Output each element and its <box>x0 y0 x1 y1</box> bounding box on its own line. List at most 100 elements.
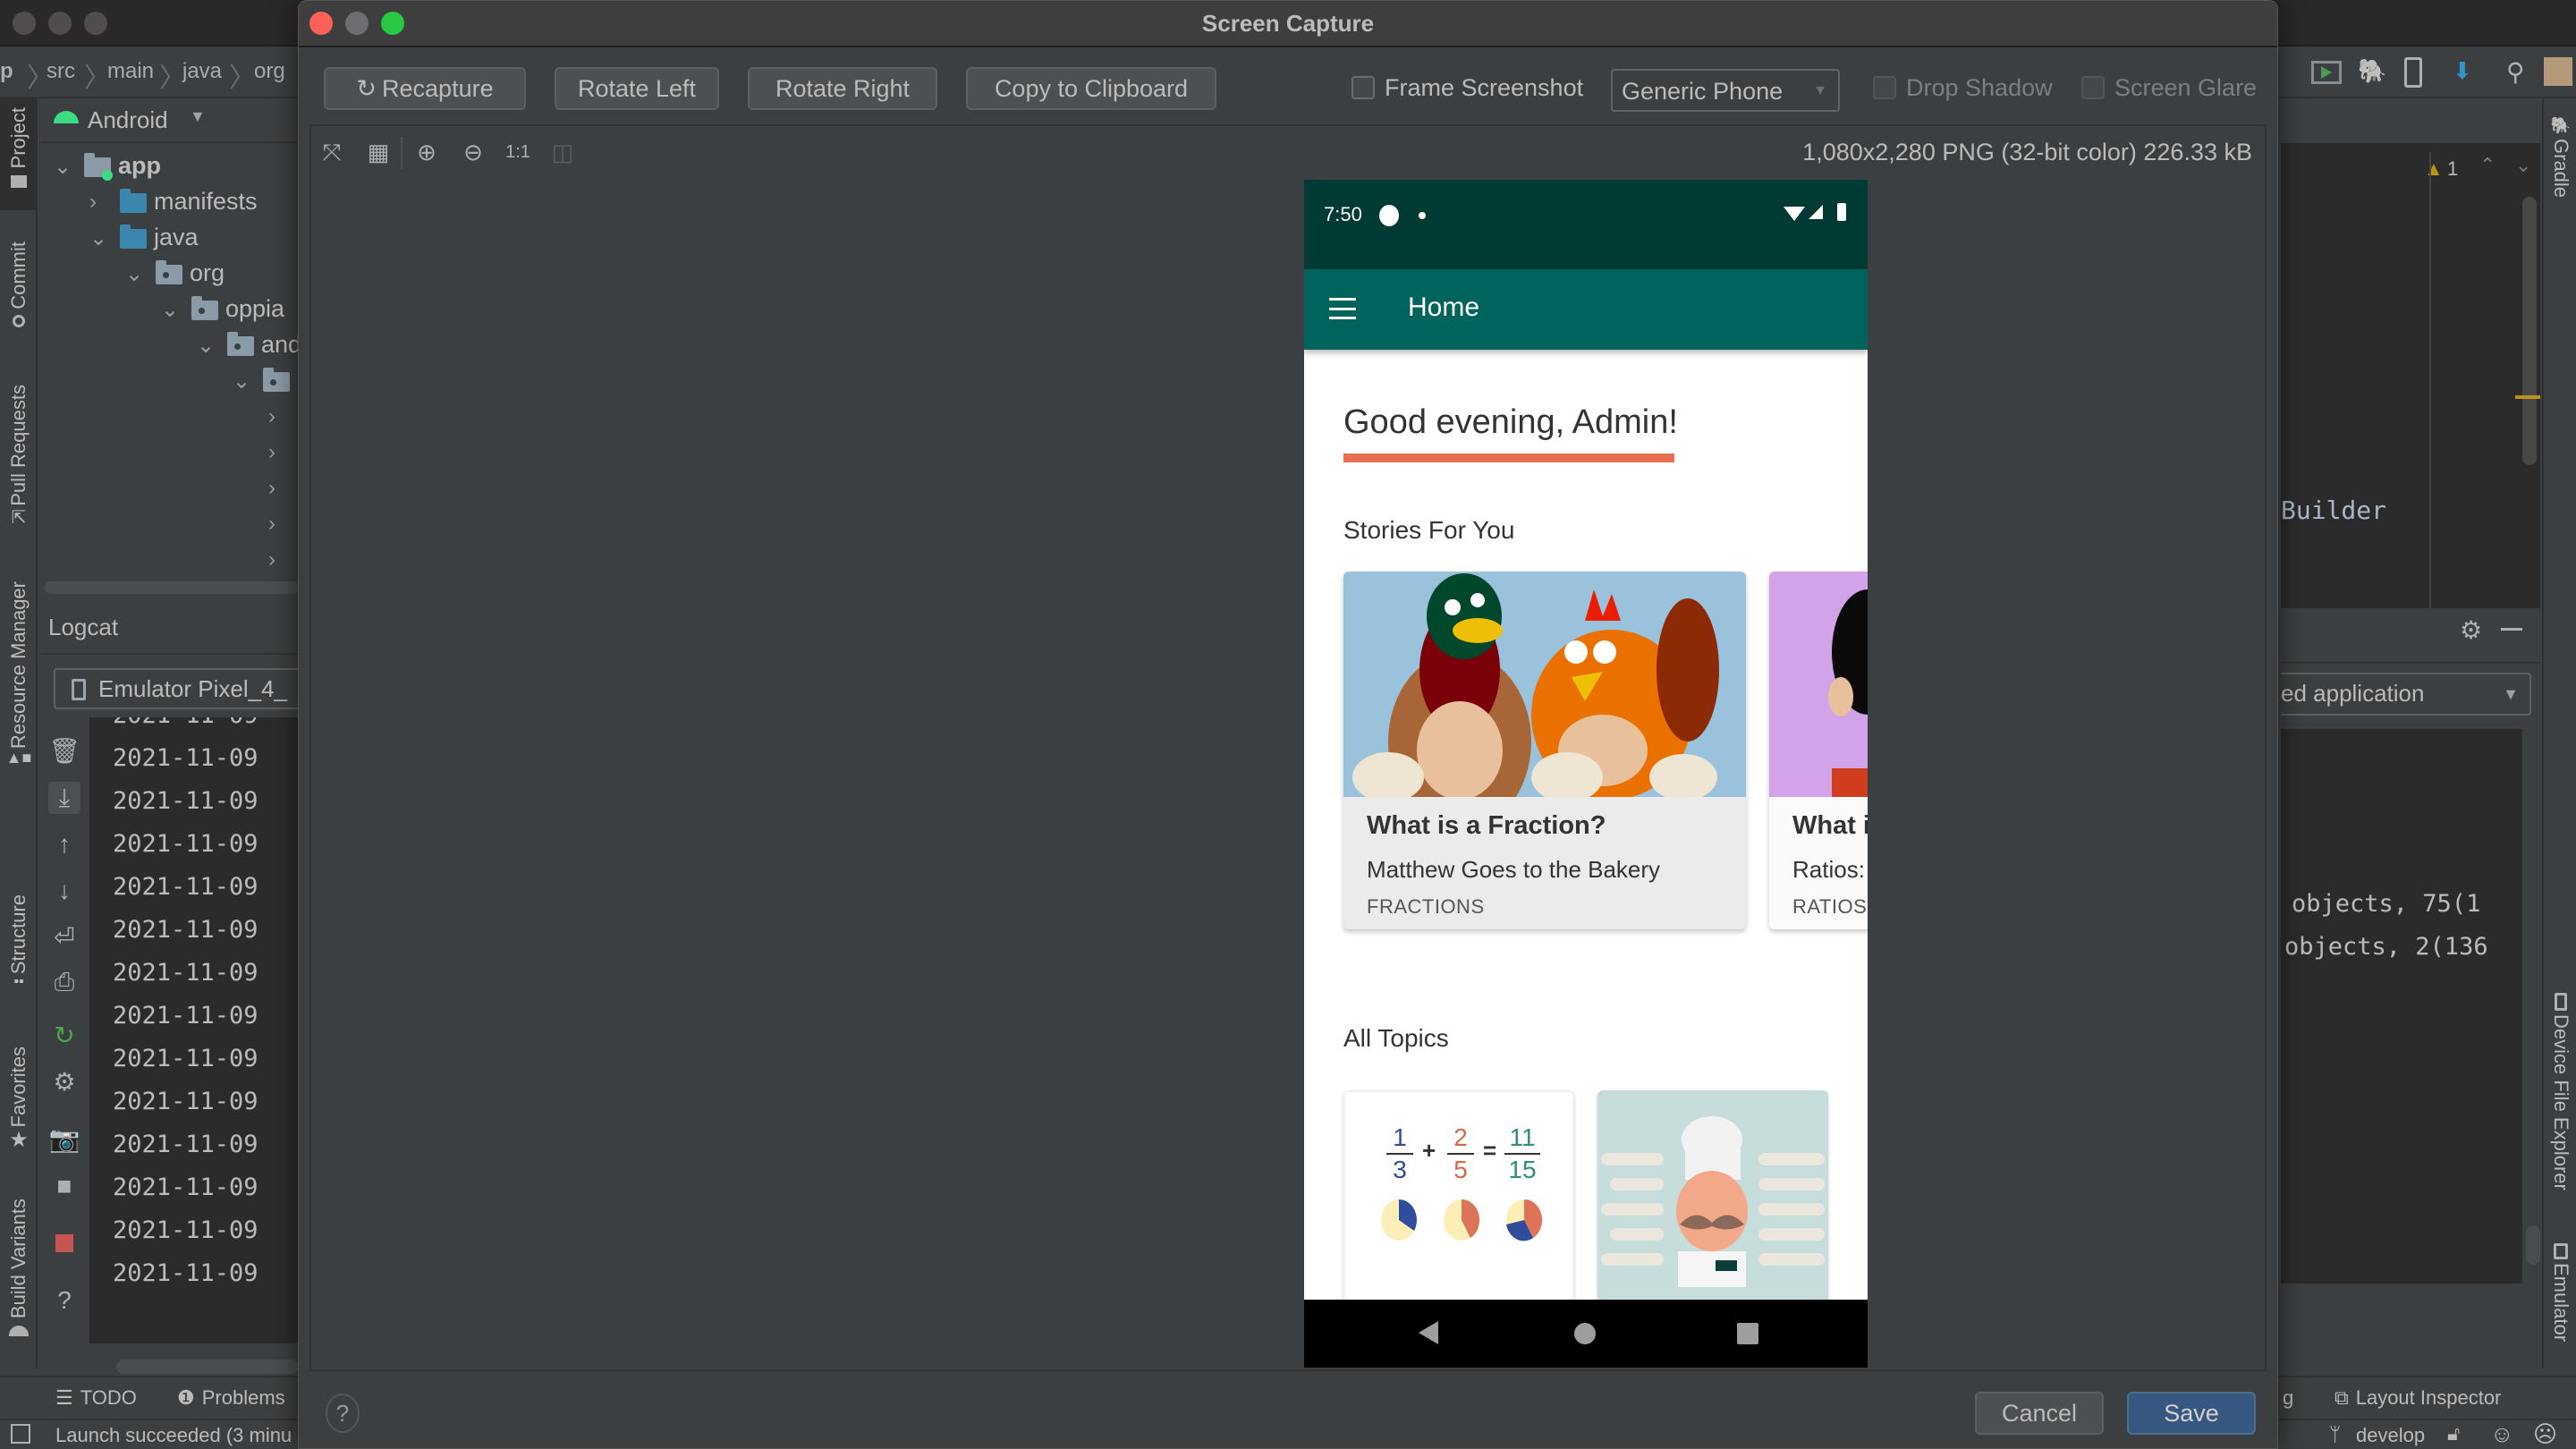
tree-item[interactable]: ⌄ org <box>39 258 299 293</box>
tree-item[interactable]: ⌄ java <box>39 222 299 258</box>
chevron-down-icon[interactable]: ⌄ <box>125 261 143 287</box>
code-editor[interactable]: ▲ 1 ⌃ ⌄ Builder <box>2281 143 2540 608</box>
chevron-down-icon[interactable]: ⌄ <box>233 369 250 394</box>
cancel-button[interactable]: Cancel <box>1975 1392 2104 1435</box>
ide-zoom-button[interactable] <box>84 12 107 35</box>
sdk-manager-icon[interactable]: ⬇ <box>2453 57 2483 88</box>
next-highlight-icon[interactable]: ⌄ <box>2515 154 2531 177</box>
chevron-right-icon[interactable]: › <box>268 440 275 465</box>
git-branch[interactable]: develop <box>2356 1424 2425 1447</box>
clear-logcat-icon[interactable]: 🗑 <box>48 735 80 767</box>
smile-icon[interactable]: ☺ <box>2490 1420 2514 1448</box>
zoom-in-icon[interactable]: ⊕ <box>413 139 440 165</box>
tab-emulator[interactable]: Emulator <box>2544 1243 2576 1368</box>
ide-close-button[interactable] <box>13 12 36 35</box>
frown-icon[interactable]: ☹ <box>2533 1420 2557 1448</box>
breadcrumb-item[interactable]: src <box>47 59 75 84</box>
rotate-left-button[interactable]: Rotate Left <box>555 67 719 110</box>
frame-screenshot-label[interactable]: Frame Screenshot <box>1385 74 1583 102</box>
breadcrumb-item[interactable]: java <box>182 59 222 84</box>
run-anything-icon[interactable] <box>2311 61 2342 84</box>
ide-minimize-button[interactable] <box>48 12 72 35</box>
avd-manager-icon[interactable] <box>2404 57 2422 88</box>
logcat-horizontal-scrollbar[interactable] <box>116 1360 299 1374</box>
tool-windows-toggle-icon[interactable] <box>11 1424 30 1444</box>
frame-screenshot-checkbox[interactable] <box>1352 76 1375 99</box>
chevron-right-icon[interactable]: › <box>268 512 275 537</box>
recents-icon[interactable] <box>1737 1323 1758 1344</box>
save-button[interactable]: Save <box>2127 1392 2256 1435</box>
recapture-button[interactable]: ↻ Recapture <box>324 67 526 110</box>
tab-device-file-explorer[interactable]: Device File Explorer <box>2544 993 2576 1208</box>
chevron-right-icon[interactable]: › <box>89 190 97 215</box>
fit-to-window-icon[interactable]: ⤧ <box>318 139 345 165</box>
gradle-sync-icon[interactable]: 🐘 <box>2358 57 2388 88</box>
stop-icon[interactable] <box>55 1234 73 1252</box>
story-card[interactable]: What is Ratios: RATIOS A <box>1769 572 1868 929</box>
chevron-down-icon[interactable]: ⌄ <box>197 333 215 359</box>
background-icon[interactable]: ◫ <box>549 139 576 165</box>
horizontal-scrollbar[interactable] <box>45 581 299 594</box>
tree-item[interactable]: › <box>39 401 326 436</box>
todo-tab[interactable]: ☰ TODO <box>55 1386 137 1410</box>
grid-icon[interactable]: ▦ <box>365 139 392 165</box>
unlock-icon[interactable]: 🔓︎ <box>2447 1422 2460 1445</box>
logcat-vertical-scrollbar[interactable] <box>2526 1225 2540 1265</box>
logcat-output[interactable]: 2021-11-09 2021-11-09 2021-11-09 2021-11-09… <box>89 717 299 1343</box>
warning-icon[interactable]: ▲ <box>2424 157 2444 181</box>
up-arrow-icon[interactable]: ↑ <box>48 828 80 860</box>
drop-shadow-checkbox[interactable] <box>1873 76 1896 99</box>
settings-gear-icon[interactable]: ⚙ <box>2460 615 2482 645</box>
screen-glare-checkbox[interactable] <box>2081 76 2105 99</box>
process-filter-dropdown[interactable]: ed application ▼ <box>2281 673 2531 716</box>
copy-to-clipboard-button[interactable]: Copy to Clipboard <box>966 67 1216 110</box>
search-icon[interactable]: ⚲ <box>2506 57 2537 88</box>
back-icon[interactable] <box>1419 1321 1438 1344</box>
print-icon[interactable]: ⎙ <box>48 966 80 998</box>
story-card[interactable]: What is a Fraction? Matthew Goes to the … <box>1343 572 1746 929</box>
restart-icon[interactable]: ↻ <box>48 1020 80 1052</box>
zoom-out-icon[interactable]: ⊖ <box>460 139 487 165</box>
breadcrumb-item[interactable]: main <box>107 59 154 84</box>
tab-gradle[interactable]: 🐘 Gradle <box>2544 116 2576 224</box>
video-record-icon[interactable]: ■ <box>48 1170 80 1202</box>
tree-item[interactable]: › manifests <box>39 186 299 222</box>
hamburger-menu-icon[interactable] <box>1329 298 1356 319</box>
tree-item[interactable]: ⌄ andr <box>39 329 309 365</box>
chevron-right-icon[interactable]: › <box>268 547 275 572</box>
settings-gear-icon[interactable]: ⚙ <box>48 1066 80 1098</box>
camera-icon[interactable]: 📷 <box>48 1123 80 1156</box>
layout-inspector-tab[interactable]: ⧉ Layout Inspector <box>2334 1386 2501 1410</box>
tab-commit[interactable]: Commit <box>0 242 38 349</box>
tab-pull-requests[interactable]: Pull Requests ⇱ <box>0 385 38 546</box>
minimize-icon[interactable] <box>2501 628 2522 631</box>
tree-item[interactable]: ⌄ oppia <box>39 293 299 329</box>
tree-item[interactable]: › <box>39 544 326 580</box>
project-view-selector[interactable]: Android ▼ <box>39 98 299 143</box>
chevron-down-icon[interactable]: ⌄ <box>89 225 107 251</box>
user-avatar[interactable] <box>2544 57 2572 86</box>
chevron-down-icon[interactable]: ⌄ <box>161 297 179 323</box>
tab-favorites[interactable]: Favorites ★ <box>0 1046 38 1172</box>
frame-device-dropdown[interactable]: Generic Phone ▼ <box>1611 69 1840 112</box>
chevron-right-icon[interactable]: › <box>268 476 275 501</box>
editor-scrollbar[interactable] <box>2522 197 2537 465</box>
rotate-right-button[interactable]: Rotate Right <box>748 67 937 110</box>
previous-highlight-icon[interactable]: ⌃ <box>2479 154 2496 177</box>
chevron-right-icon[interactable]: › <box>268 404 275 429</box>
tab-project[interactable]: Project <box>0 98 38 210</box>
tree-item[interactable]: ⌄ app <box>39 150 299 186</box>
home-icon[interactable] <box>1574 1323 1596 1344</box>
chevron-down-icon[interactable]: ⌄ <box>54 154 72 180</box>
breadcrumb-item[interactable]: org <box>254 59 285 84</box>
breadcrumb-item[interactable]: p <box>0 59 13 84</box>
tree-item[interactable]: › <box>39 508 326 544</box>
logcat-output-right[interactable]: objects, 75(1 objects, 2(136 <box>2281 729 2522 1284</box>
tab-build-variants[interactable]: Build Variants <box>0 1199 38 1360</box>
problems-tab[interactable]: ❶ Problems <box>177 1386 285 1410</box>
tree-item[interactable]: ⌄ap <box>39 365 324 401</box>
scroll-to-end-icon[interactable]: ⤓ <box>48 782 80 814</box>
logcat-tab[interactable]: g <box>2283 1386 2293 1410</box>
status-message[interactable]: Launch succeeded (3 minu <box>55 1424 292 1447</box>
help-button[interactable]: ? <box>326 1394 360 1433</box>
